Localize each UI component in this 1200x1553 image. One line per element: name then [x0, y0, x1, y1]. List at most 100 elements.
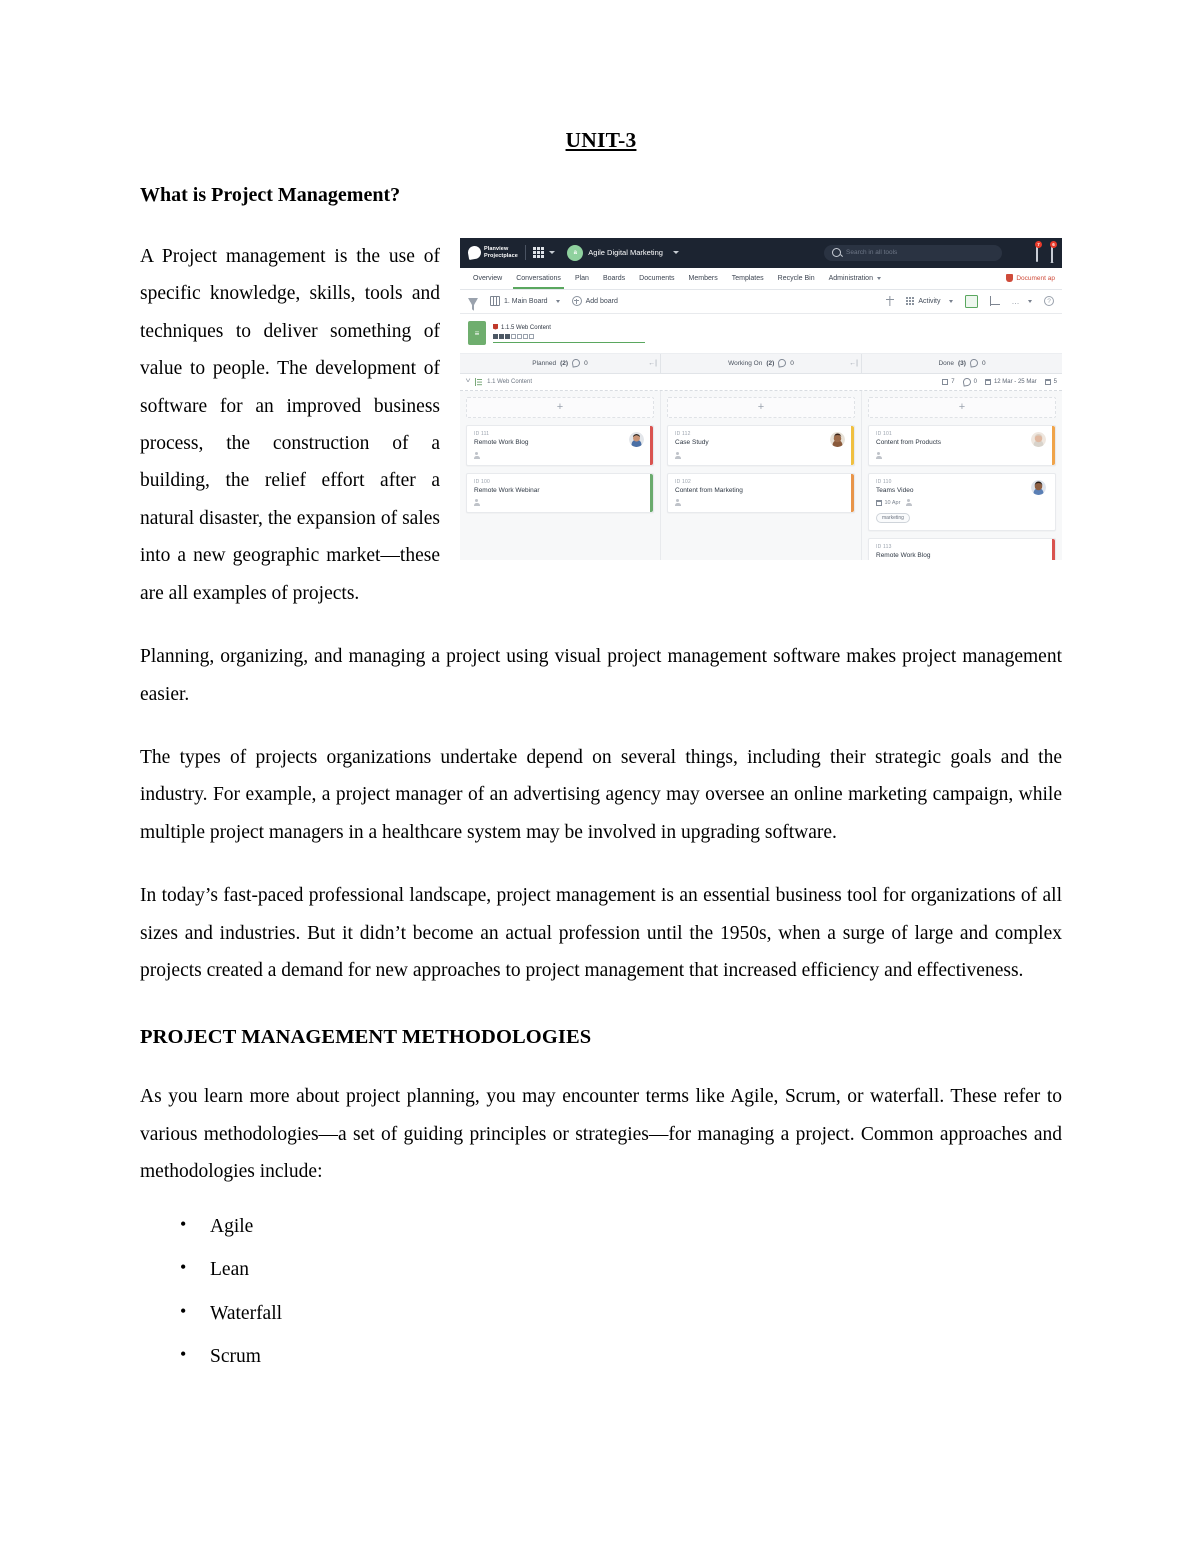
nav-item-conversations[interactable]: Conversations [509, 268, 568, 289]
avatar [629, 431, 644, 447]
swimlane-date-range: 12 Mar - 25 Mar [984, 378, 1037, 385]
collapse-planned-icon[interactable]: ←| [648, 360, 657, 367]
notebook-button[interactable]: 7 [1035, 240, 1042, 262]
board-chevron-down-icon [555, 299, 560, 303]
activity-mini-card-label: 1.1.5 Web Content [501, 324, 551, 331]
add-card-working-on[interactable]: + [667, 396, 855, 418]
notifications-badge: 6 [1050, 240, 1057, 248]
clock-icon [777, 358, 787, 368]
paragraph-planning: Planning, organizing, and managing a pro… [140, 646, 1062, 705]
topbar-divider [524, 245, 526, 261]
nav-item-documents[interactable]: Documents [632, 268, 681, 289]
notifications-button[interactable]: 6 [1050, 240, 1057, 262]
people-icon [906, 499, 913, 507]
card-priority-stripe [1052, 473, 1055, 531]
document-page: UNIT-3 What is Project Management? Planv… [0, 0, 1200, 1553]
card[interactable]: ID 110 Teams Video 10 Apr marketing [868, 472, 1056, 532]
nav-item-administration[interactable]: Administration [822, 268, 888, 289]
swimlane-row[interactable]: ˅ 1.1 Web Content 7 0 12 Mar - 25 Mar 5 [460, 373, 1062, 391]
intro-block: Planview Projectplace a Agile Digital Ma… [140, 237, 1062, 612]
logo-line-1: Planview [484, 245, 509, 252]
paragraph-methodologies-intro: As you learn more about project planning… [140, 1086, 1062, 1183]
activity-icon [906, 297, 915, 306]
card-footer [876, 451, 1048, 459]
nav-item-recycle-bin[interactable]: Recycle Bin [771, 268, 822, 289]
calendar-icon [876, 499, 882, 506]
nav-item-plan[interactable]: Plan [568, 268, 596, 289]
card[interactable]: ID 113 Remote Work Blog [868, 538, 1056, 560]
swimlane-date-range-value: 12 Mar - 25 Mar [993, 378, 1037, 385]
people-icon [474, 451, 481, 459]
clock-icon [961, 377, 972, 387]
more-options-button[interactable]: … [1012, 297, 1032, 306]
nav-item-templates[interactable]: Templates [725, 268, 771, 289]
card-priority-stripe [1052, 425, 1055, 465]
add-board-button[interactable]: Add board [571, 296, 618, 307]
list-item: Scrum [180, 1345, 1062, 1367]
card-priority-stripe [1052, 539, 1055, 560]
card-footer [675, 451, 847, 459]
avatar-image [1031, 479, 1046, 495]
card-tag[interactable]: marketing [876, 513, 910, 524]
board-column-headers: Planned (2) 0 ←| Working On (2) 0 ←| Don… [460, 353, 1062, 374]
project-avatar: a [567, 244, 584, 261]
activity-chevron-down-icon [948, 299, 953, 303]
help-icon[interactable]: ? [1044, 296, 1054, 307]
search-input[interactable]: Search in all tools [824, 244, 1002, 261]
notebook-badge: 7 [1035, 240, 1042, 248]
paragraph-project-types: The types of projects organizations unde… [140, 747, 1062, 843]
card-priority-stripe [851, 425, 854, 465]
column-working-on-label: Working On [728, 359, 763, 367]
pin-icon[interactable] [886, 296, 895, 306]
card-footer: 10 Apr [876, 499, 1048, 507]
column-done-count: (3) [957, 359, 966, 367]
swimlane-chevron-down-icon[interactable]: ˅ [465, 378, 470, 385]
toolbar-right-actions: Activity … ? [886, 294, 1054, 308]
activity-dropdown[interactable]: Activity [906, 297, 953, 306]
nav-item-boards[interactable]: Boards [596, 268, 632, 289]
card[interactable]: ID 101 Content from Products [868, 424, 1056, 466]
collapse-working-on-icon[interactable]: ←| [849, 360, 858, 367]
avatar-image [629, 431, 644, 447]
embedded-screenshot: Planview Projectplace a Agile Digital Ma… [460, 237, 1062, 560]
board-selector[interactable]: 1. Main Board [490, 296, 560, 307]
logo-line-2: Projectplace [484, 252, 518, 259]
card[interactable]: ID 112 Case Study [667, 424, 855, 466]
card-id: ID 110 [876, 478, 892, 485]
project-selector[interactable]: a Agile Digital Marketing [567, 244, 679, 261]
planview-logo[interactable]: Planview Projectplace [466, 245, 518, 261]
main-navigation: Overview Conversations Plan Boards Docum… [460, 267, 1062, 290]
nav-item-members[interactable]: Members [682, 268, 725, 289]
board-view-toggle[interactable] [964, 294, 978, 308]
card-title: Remote Work Webinar [474, 486, 540, 494]
clock-icon [969, 358, 979, 368]
column-done-label: Done [938, 359, 954, 367]
activity-mini-card[interactable]: 1.1.5 Web Content [493, 324, 645, 343]
planview-logo-text: Planview Projectplace [484, 246, 518, 260]
card[interactable]: ID 111 Remote Work Blog [466, 424, 654, 466]
board-select-label: 1. Main Board [504, 297, 548, 305]
add-card-planned[interactable]: + [466, 396, 654, 418]
card[interactable]: ID 102 Content from Marketing [667, 472, 855, 514]
project-chevron-down-icon[interactable] [672, 251, 679, 255]
swimlane-trailing: 5 [1044, 378, 1057, 385]
swimlane-trailing-value: 5 [1053, 378, 1057, 385]
list-item: Agile [180, 1215, 1062, 1237]
card-title: Content from Products [876, 438, 942, 446]
lane-planned: + ID 111 Remote Work Blog ID 100 Remote … [460, 390, 661, 560]
chart-view-icon[interactable] [989, 296, 1000, 307]
filter-icon[interactable] [468, 298, 478, 305]
app-switcher-icon[interactable] [532, 247, 545, 259]
administration-chevron-down-icon [876, 276, 881, 280]
app-switcher-chevron-down-icon[interactable] [549, 251, 556, 255]
card[interactable]: ID 100 Remote Work Webinar [466, 472, 654, 514]
card-priority-stripe [851, 473, 854, 513]
card-id: ID 113 [876, 544, 892, 551]
avatar [1031, 479, 1046, 495]
column-planned-label: Planned [532, 359, 557, 367]
add-card-done[interactable]: + [868, 396, 1056, 418]
column-header-done: Done (3) 0 [862, 354, 1062, 373]
document-app-label: Document ap [1016, 274, 1055, 282]
nav-item-overview[interactable]: Overview [466, 268, 509, 289]
document-app-link[interactable]: Document ap [1006, 274, 1055, 283]
